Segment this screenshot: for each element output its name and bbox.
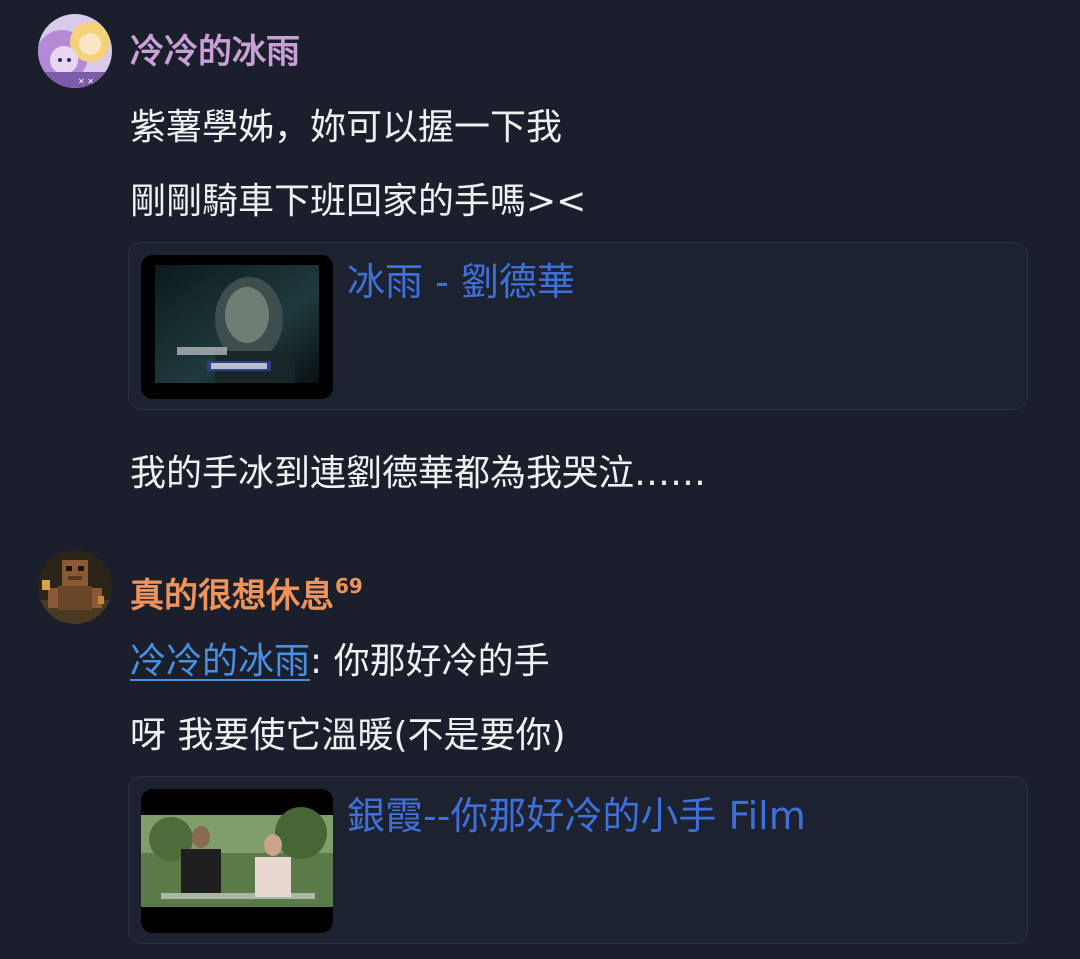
embed-title-link[interactable]: 銀霞--你那好冷的小手 Film bbox=[347, 793, 806, 839]
avatar[interactable]: ✕ ✕ bbox=[38, 14, 112, 88]
message-line: 剛剛騎車下班回家的手嗎>< bbox=[130, 181, 587, 222]
mention-rest-text: : 你那好冷的手 bbox=[310, 641, 550, 682]
message-line: 冷冷的冰雨: 你那好冷的手 bbox=[130, 640, 550, 684]
video-embed-card[interactable]: 冰雨 - 劉德華 bbox=[128, 242, 1028, 410]
video-thumbnail[interactable] bbox=[141, 789, 333, 933]
author-badge: 69 bbox=[335, 574, 363, 598]
embed-title-link[interactable]: 冰雨 - 劉德華 bbox=[347, 259, 575, 305]
avatar-minecraft-icon bbox=[38, 550, 112, 624]
author-name-text: 冷冷的冰雨 bbox=[130, 32, 300, 72]
message-line: 我的手冰到連劉德華都為我哭泣…… bbox=[130, 453, 707, 494]
message-feed: ✕ ✕ 冷冷的冰雨 紫薯學姊，妳可以握一下我 剛剛騎車下班回家的手嗎>< 冰雨 … bbox=[0, 0, 1080, 959]
video-thumbnail-image bbox=[141, 789, 333, 933]
mention-link[interactable]: 冷冷的冰雨 bbox=[130, 641, 310, 682]
author-name-text: 真的很想休息 bbox=[130, 576, 334, 616]
video-embed-card[interactable]: 銀霞--你那好冷的小手 Film bbox=[128, 776, 1028, 944]
message-line: 紫薯學姊，妳可以握一下我 bbox=[130, 107, 563, 148]
avatar-anime-icon: ✕ ✕ bbox=[38, 14, 112, 88]
video-thumbnail[interactable] bbox=[141, 255, 333, 399]
video-thumbnail-image bbox=[141, 255, 333, 399]
avatar[interactable] bbox=[38, 550, 112, 624]
svg-text:✕ ✕: ✕ ✕ bbox=[78, 77, 94, 86]
author-name[interactable]: 真的很想休息69 bbox=[130, 566, 363, 616]
message-line: 呀 我要使它溫暖(不是要你) bbox=[130, 715, 566, 756]
author-name[interactable]: 冷冷的冰雨 bbox=[130, 32, 300, 72]
